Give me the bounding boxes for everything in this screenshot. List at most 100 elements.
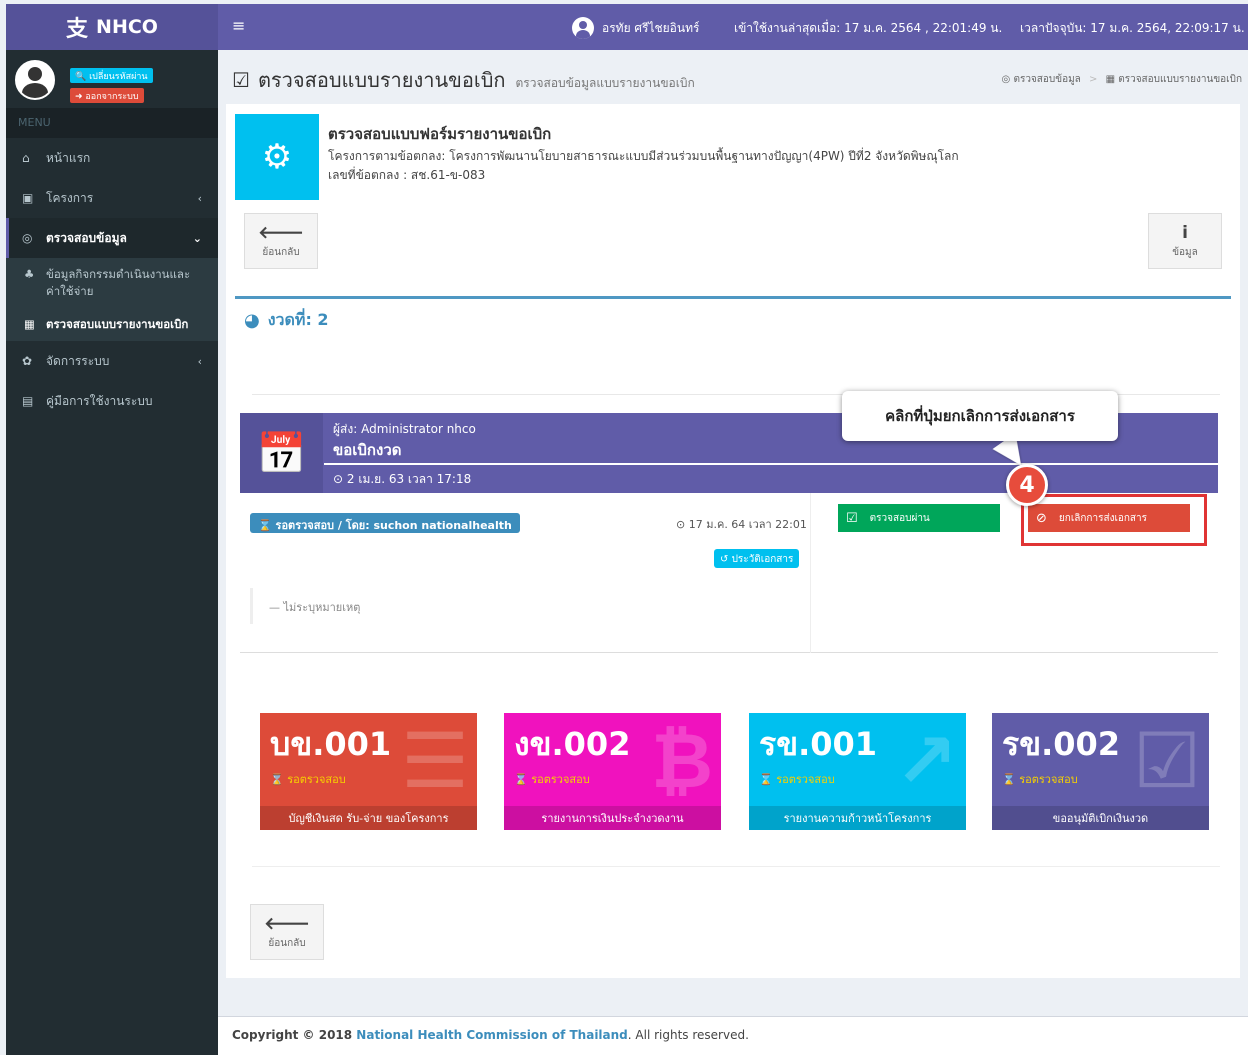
doc-tile-2[interactable]: ₿ งข.002 ⌛ รอตรวจสอบ รายงานการเงินประจำง…: [504, 713, 721, 830]
divider: [235, 296, 1231, 299]
brand-logo[interactable]: ⽀ NHCO: [6, 4, 218, 50]
page-title: ☑ ตรวจสอบแบบรายงานขอเบิก ตรวจสอบข้อมูลแบ…: [232, 64, 695, 96]
sent-date: ⊙ 2 เม.ย. 63 เวลา 17:18: [333, 470, 471, 489]
home-icon: ⌂: [22, 151, 30, 165]
doc-tile-3[interactable]: ↗ รข.001 ⌛ รอตรวจสอบ รายงานความก้าวหน้าโ…: [749, 713, 966, 830]
doc-status-text: รอตรวจสอบ: [287, 773, 346, 786]
divider: [252, 866, 1220, 867]
status-time-text: 17 ม.ค. 64 เวลา 22:01: [688, 518, 807, 531]
history-button[interactable]: ↺ ประวัติเอกสาร: [714, 549, 800, 568]
org-link[interactable]: National Health Commission of Thailand: [356, 1028, 627, 1042]
doc-label: ขออนุมัติเบิกเงินงวด: [992, 806, 1209, 830]
doc-tile-4[interactable]: ☑ รข.002 ⌛ รอตรวจสอบ ขออนุมัติเบิกเงินงว…: [992, 713, 1209, 830]
logout-button[interactable]: ➜ ออกจากระบบ: [70, 88, 144, 103]
last-login-text: เข้าใช้งานล่าสุดเมื่อ: 17 ม.ค. 2564 , 22…: [734, 21, 1003, 35]
sidebar-subitem-activities[interactable]: ♣ ข้อมูลกิจกรรมดำเนินงานและค่าใช้จ่าย: [6, 258, 218, 308]
doc-status-text: รอตรวจสอบ: [531, 773, 590, 786]
sidebar-item-label: จัดการระบบ: [46, 353, 110, 368]
sidebar-subitem-withdraw-report[interactable]: ▦ ตรวจสอบแบบรายงานขอเบิก: [6, 308, 218, 341]
history-icon: ↺: [720, 554, 729, 565]
gear-icon: ⚙: [235, 114, 319, 200]
installment-label: งวดที่: 2: [267, 310, 329, 329]
change-password-label: เปลี่ยนรหัสผ่าน: [89, 72, 148, 82]
sidebar-item-label: คู่มือการใช้งานระบบ: [46, 393, 153, 408]
sidebar-item-home[interactable]: ⌂ หน้าแรก: [6, 138, 218, 178]
breadcrumb: ◎ ตรวจสอบข้อมูล > ▦ ตรวจสอบแบบรายงานขอเบ…: [1002, 72, 1242, 87]
info-button[interactable]: i ข้อมูล: [1148, 213, 1222, 269]
back-label: ย้อนกลับ: [268, 937, 306, 949]
chevron-down-icon: ⌄: [192, 231, 202, 245]
sidebar-item-projects[interactable]: ▣ โครงการ ‹: [6, 178, 218, 218]
chevron-left-icon: ‹: [197, 354, 202, 368]
step-number-badge: 4: [1006, 464, 1048, 506]
user-name: อรทัย ศรีไชยอินทร์: [602, 20, 700, 35]
arrow-left-icon: 🡐: [258, 222, 304, 243]
calendar-icon: ▦: [1105, 74, 1116, 85]
calendar-check-icon: ▦: [24, 317, 35, 331]
sent-date-text: 2 เม.ย. 63 เวลา 17:18: [346, 472, 472, 486]
project-icon: ▣: [22, 191, 34, 205]
back-button-bottom[interactable]: 🡐 ย้อนกลับ: [250, 904, 324, 960]
menu-toggle-icon[interactable]: ≡: [232, 16, 245, 35]
sidebar-item-label: ตรวจสอบข้อมูล: [46, 230, 127, 245]
copyright-text: Copyright © 2018: [232, 1028, 357, 1042]
info-label: ข้อมูล: [1172, 246, 1198, 258]
calendar-check-icon: 📅: [240, 413, 323, 493]
installment-heading: ◕ งวดที่: 2: [244, 308, 329, 333]
sidebar-item-manual[interactable]: ▤ คู่มือการใช้งานระบบ: [6, 381, 218, 421]
clock-icon: ⊙: [333, 472, 344, 486]
user-menu[interactable]: อรทัย ศรีไชยอินทร์: [572, 17, 699, 39]
divider: [324, 463, 1218, 465]
status-time: ⊙ 17 ม.ค. 64 เวลา 22:01: [676, 515, 807, 533]
calendar-check-icon: ☑: [232, 68, 250, 92]
doc-status: ⌛ รอตรวจสอบ: [759, 773, 835, 786]
top-header: ⽀ NHCO ≡ อรทัย ศรีไชยอินทร์ เข้าใช้งานล่…: [6, 4, 1248, 50]
sidebar-subitem-label: ข้อมูลกิจกรรมดำเนินงานและค่าใช้จ่าย: [46, 267, 191, 298]
breadcrumb-item[interactable]: ตรวจสอบข้อมูล: [1013, 74, 1080, 85]
logo-mark-icon: ⽀: [66, 17, 89, 42]
check-square-icon: ☑: [846, 510, 858, 526]
doc-code: รข.001: [759, 725, 878, 763]
instruction-callout: คลิกที่ปุ่มยกเลิกการส่งเอกสาร: [842, 391, 1118, 441]
request-type: ขอเบิกงวด: [333, 441, 402, 459]
sidebar-item-system[interactable]: ✿ จัดการระบบ ‹: [6, 341, 218, 381]
change-password-button[interactable]: 🔍 เปลี่ยนรหัสผ่าน: [70, 68, 153, 83]
approve-label: ตรวจสอบผ่าน: [869, 512, 930, 524]
sidebar-item-label: หน้าแรก: [46, 150, 91, 165]
document-icon: ▤: [22, 394, 34, 408]
user-avatar-large: [15, 60, 55, 100]
doc-status: ⌛ รอตรวจสอบ: [270, 773, 346, 786]
doc-status: ⌛ รอตรวจสอบ: [514, 773, 590, 786]
doc-label: บัญชีเงินสด รับ-จ่าย ของโครงการ: [260, 806, 477, 830]
agreement-number: เลขที่ข้อตกลง : สช.61-ข-083: [328, 168, 486, 182]
clock-icon: ⊙: [676, 518, 686, 531]
binoculars-icon: ◎: [22, 231, 33, 245]
line-chart-icon: ↗: [894, 716, 958, 805]
pie-chart-icon: ◕: [244, 310, 260, 331]
back-button[interactable]: 🡐 ย้อนกลับ: [244, 213, 318, 269]
sidebar: 🔍 เปลี่ยนรหัสผ่าน ➜ ออกจากระบบ MENU ⌂ หน…: [6, 50, 218, 1055]
doc-tile-1[interactable]: ☰ บข.001 ⌛ รอตรวจสอบ บัญชีเงินสด รับ-จ่า…: [260, 713, 477, 830]
arrow-left-icon: 🡐: [264, 913, 310, 934]
sidebar-subitem-label: ตรวจสอบแบบรายงานขอเบิก: [46, 317, 189, 331]
sidebar-submenu: ♣ ข้อมูลกิจกรรมดำเนินงานและค่าใช้จ่าย ▦ …: [6, 258, 218, 341]
breadcrumb-item: ตรวจสอบแบบรายงานขอเบิก: [1118, 74, 1242, 85]
page-title-text: ตรวจสอบแบบรายงานขอเบิก: [257, 68, 506, 92]
chevron-left-icon: ‹: [197, 191, 202, 205]
approve-button[interactable]: ☑ ตรวจสอบผ่าน: [838, 504, 1000, 532]
doc-label: รายงานความก้าวหน้าโครงการ: [749, 806, 966, 830]
doc-status-text: รอตรวจสอบ: [776, 773, 835, 786]
sidebar-item-label: โครงการ: [46, 190, 94, 205]
user-avatar-icon: [572, 17, 594, 39]
info-icon: i: [1182, 222, 1188, 243]
brand-name: NHCO: [96, 16, 158, 38]
list-icon: ☰: [400, 716, 469, 805]
remark-text: — ไม่ระบุหมายเหตุ: [250, 588, 376, 624]
doc-label: รายงานการเงินประจำงวดงาน: [504, 806, 721, 830]
sidebar-item-verify-data[interactable]: ◎ ตรวจสอบข้อมูล ⌄: [6, 218, 218, 258]
calendar-check-icon: ☑: [1132, 716, 1201, 805]
doc-code: รข.002: [1002, 725, 1121, 763]
doc-code: งข.002: [514, 725, 631, 763]
highlight-frame: [1021, 494, 1207, 546]
sitemap-icon: ♣: [24, 267, 35, 281]
